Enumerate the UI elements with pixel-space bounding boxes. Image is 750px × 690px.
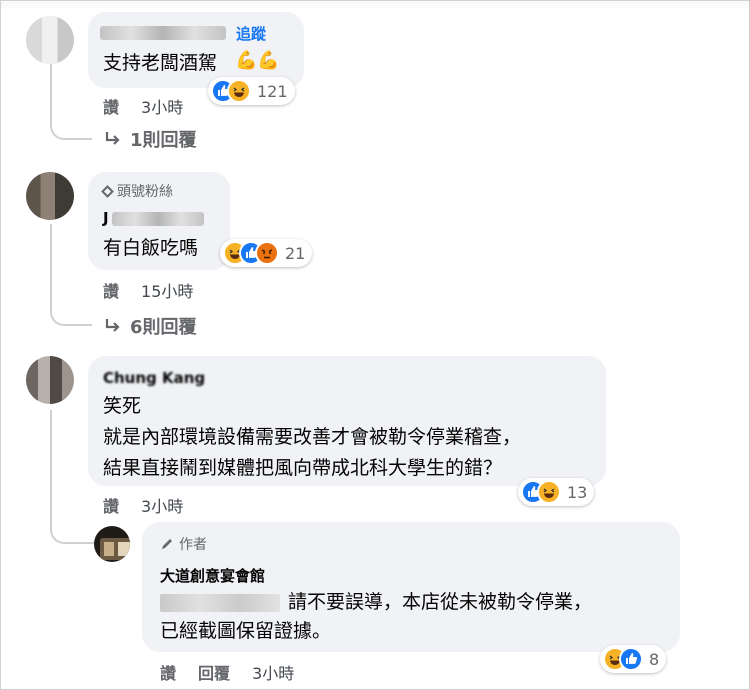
screenshot-border [0,0,750,690]
